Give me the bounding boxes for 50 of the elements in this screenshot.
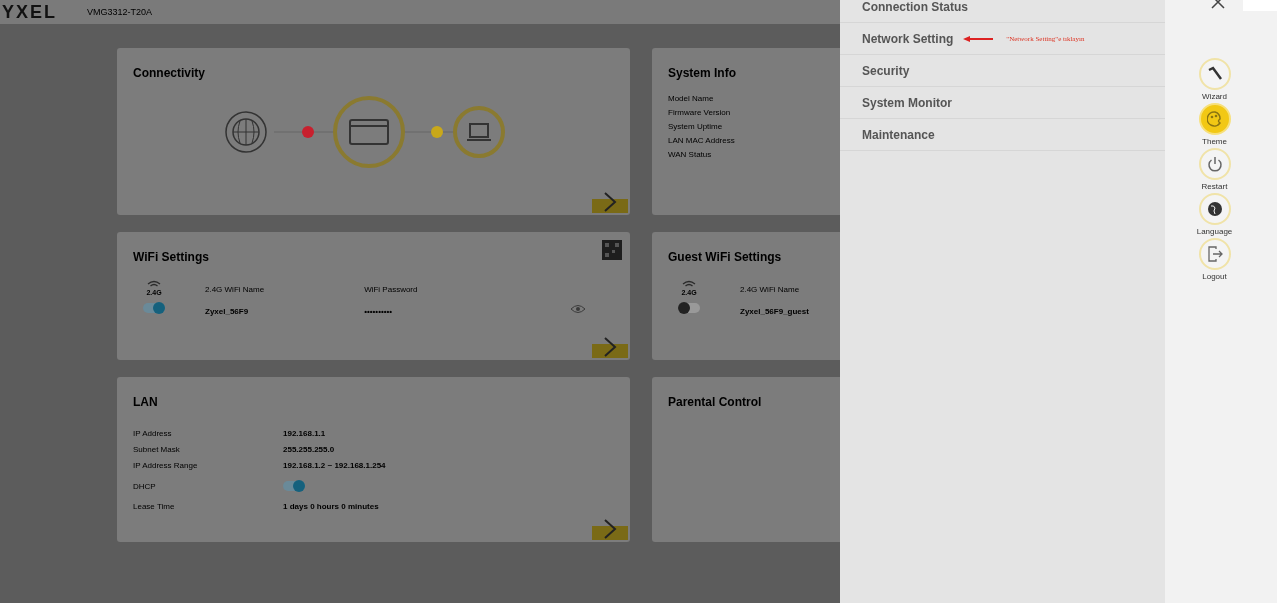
more-button[interactable] xyxy=(592,191,628,213)
model-name: VMG3312-T20A xyxy=(87,7,153,17)
eye-icon[interactable] xyxy=(570,304,586,314)
field-label: Subnet Mask xyxy=(133,445,181,454)
field-label: WAN Status xyxy=(668,150,713,159)
card-title: Connectivity xyxy=(133,66,206,80)
wifi-name: Zyxel_56F9_guest xyxy=(740,307,809,316)
power-icon xyxy=(1206,156,1223,172)
field-label: 2.4G WiFi Name xyxy=(205,285,265,294)
field-value: 1 days 0 hours 0 minutes xyxy=(283,502,380,511)
field-label: System Uptime xyxy=(668,122,724,131)
field-label: IP Address Range xyxy=(133,461,199,470)
field-value: 255.255.255.0 xyxy=(283,445,336,454)
toggle-switch[interactable] xyxy=(143,303,165,313)
menu-item[interactable]: Security xyxy=(840,55,1165,87)
chevron-right-icon xyxy=(603,518,617,540)
toggle-switch[interactable] xyxy=(678,303,700,313)
wifi-icon xyxy=(682,280,696,288)
wifi-icon xyxy=(147,280,161,288)
toggle-switch[interactable] xyxy=(283,481,305,491)
logout-icon xyxy=(1206,246,1223,262)
field-label: Firmware Version xyxy=(668,108,732,117)
more-button[interactable] xyxy=(592,518,628,540)
qr-code-icon[interactable] xyxy=(602,240,622,260)
arrow-icon xyxy=(963,35,994,42)
more-button[interactable] xyxy=(592,336,628,358)
card-title: Parental Control xyxy=(668,395,763,409)
field-label: WiFi Password xyxy=(364,285,418,294)
wifi-name: Zyxel_56F9 xyxy=(205,307,250,316)
field-label: DHCP xyxy=(133,481,157,491)
card-title: Guest WiFi Settings xyxy=(668,250,783,264)
field-value: 192.168.1.1 xyxy=(283,429,327,438)
field-value: 192.168.1.2 ~ 192.168.1.254 xyxy=(283,461,387,470)
field-label: 2.4G WiFi Name xyxy=(740,285,801,294)
field-label: Model Name xyxy=(668,94,715,103)
field-label: IP Address xyxy=(133,429,173,438)
logo: YXEL xyxy=(1,1,57,23)
palette-icon xyxy=(1206,111,1223,127)
menu-item[interactable]: Connection Status xyxy=(840,0,1165,23)
field-label: LAN MAC Address xyxy=(668,136,736,145)
chevron-right-icon xyxy=(603,191,617,213)
globe-icon xyxy=(1206,201,1223,217)
card-title: WiFi Settings xyxy=(133,250,210,264)
card-title: LAN xyxy=(133,395,159,409)
wifi-password: •••••••••• xyxy=(364,307,394,316)
field-label: Lease Time xyxy=(133,502,176,511)
menu-item[interactable]: System Monitor xyxy=(840,87,1165,119)
card-title: System Info xyxy=(668,66,737,80)
menu-item[interactable]: Maintenance xyxy=(840,119,1165,151)
chevron-right-icon xyxy=(603,336,617,358)
